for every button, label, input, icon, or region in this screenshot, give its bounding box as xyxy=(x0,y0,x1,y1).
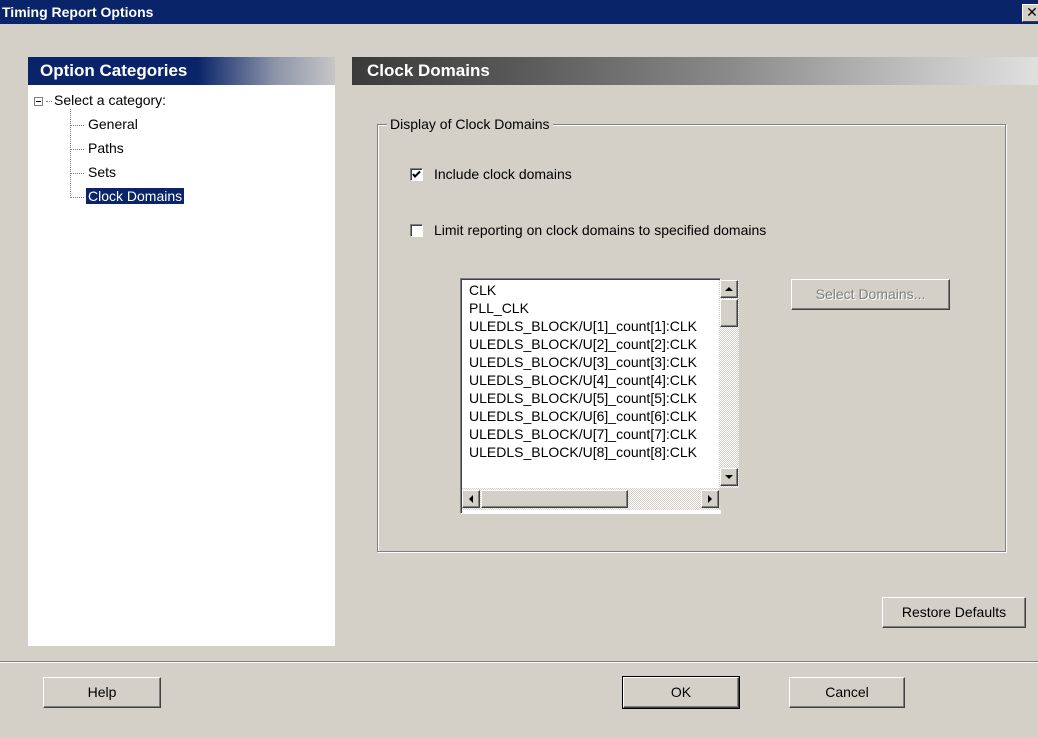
vertical-scrollbar[interactable] xyxy=(719,280,739,488)
include-clock-domains-label: Include clock domains xyxy=(434,166,572,182)
scroll-right-icon[interactable] xyxy=(701,490,719,508)
scroll-down-icon[interactable] xyxy=(720,468,738,486)
right-arrow-icon xyxy=(708,495,712,503)
tree-root-label: Select a category: xyxy=(54,92,167,108)
help-button[interactable]: Help xyxy=(43,677,161,708)
scroll-left-icon[interactable] xyxy=(462,490,480,508)
page-header: Clock Domains xyxy=(352,57,1038,85)
list-item[interactable]: ULEDLS_BLOCK/U[8]_count[8]:CLK xyxy=(469,443,719,461)
down-arrow-icon xyxy=(725,475,733,479)
tree-item-clock-domains[interactable]: Clock Domains xyxy=(70,186,185,206)
domains-listbox[interactable]: CLK PLL_CLK ULEDLS_BLOCK/U[1]_count[1]:C… xyxy=(460,278,721,514)
list-item[interactable]: ULEDLS_BLOCK/U[3]_count[3]:CLK xyxy=(469,353,719,371)
tree-root[interactable]: Select a category: xyxy=(34,91,166,109)
select-domains-button[interactable]: Select Domains... xyxy=(791,279,950,310)
collapse-icon[interactable] xyxy=(34,96,43,106)
list-item[interactable]: ULEDLS_BLOCK/U[1]_count[1]:CLK xyxy=(469,317,719,335)
limit-reporting-label: Limit reporting on clock domains to spec… xyxy=(434,222,767,238)
limit-reporting-row[interactable]: Limit reporting on clock domains to spec… xyxy=(410,220,766,240)
domains-list: CLK PLL_CLK ULEDLS_BLOCK/U[1]_count[1]:C… xyxy=(469,281,719,461)
tree-connector xyxy=(70,148,84,150)
list-item[interactable]: ULEDLS_BLOCK/U[7]_count[7]:CLK xyxy=(469,425,719,443)
vertical-scroll-thumb[interactable] xyxy=(720,299,738,327)
tree-item-label: Paths xyxy=(88,140,124,156)
window-title: Timing Report Options xyxy=(2,4,154,20)
title-bar: Timing Report Options ✕ xyxy=(0,0,1038,24)
horizontal-scrollbar[interactable] xyxy=(462,488,719,510)
scroll-up-icon[interactable] xyxy=(720,280,738,298)
list-item[interactable]: CLK xyxy=(469,281,719,299)
list-item[interactable]: ULEDLS_BLOCK/U[2]_count[2]:CLK xyxy=(469,335,719,353)
page-title: Clock Domains xyxy=(367,61,490,80)
tree-connector xyxy=(70,196,84,198)
list-item[interactable]: ULEDLS_BLOCK/U[6]_count[6]:CLK xyxy=(469,407,719,425)
tree-item-label: Clock Domains xyxy=(86,188,185,204)
include-clock-domains-row[interactable]: Include clock domains xyxy=(410,164,572,184)
list-item[interactable]: PLL_CLK xyxy=(469,299,719,317)
groupbox-label: Display of Clock Domains xyxy=(387,115,553,133)
ok-button[interactable]: OK xyxy=(622,676,740,709)
tree-item-general[interactable]: General xyxy=(70,114,140,134)
tree-item-label: General xyxy=(88,116,138,132)
tree-item-label: Sets xyxy=(88,164,117,180)
scroll-corner xyxy=(719,488,739,510)
check-icon xyxy=(412,170,421,178)
restore-defaults-button[interactable]: Restore Defaults xyxy=(882,597,1026,628)
cancel-button[interactable]: Cancel xyxy=(789,677,905,708)
left-arrow-icon xyxy=(469,495,473,503)
tree-item-paths[interactable]: Paths xyxy=(70,138,126,158)
list-item[interactable]: ULEDLS_BLOCK/U[4]_count[4]:CLK xyxy=(469,371,719,389)
footer-separator xyxy=(0,661,1038,663)
include-clock-domains-checkbox[interactable] xyxy=(410,167,423,181)
horizontal-scroll-thumb[interactable] xyxy=(481,490,628,508)
tree-item-sets[interactable]: Sets xyxy=(70,162,118,182)
option-categories-header: Option Categories xyxy=(28,57,335,85)
tree-connector xyxy=(46,100,52,102)
category-tree[interactable]: Select a category: General Paths Sets Cl… xyxy=(28,85,335,646)
tree-connector xyxy=(70,172,84,174)
list-item[interactable]: ULEDLS_BLOCK/U[5]_count[5]:CLK xyxy=(469,389,719,407)
option-categories-title: Option Categories xyxy=(40,61,188,80)
limit-reporting-checkbox[interactable] xyxy=(410,223,423,237)
close-icon[interactable]: ✕ xyxy=(1022,4,1038,22)
up-arrow-icon xyxy=(725,287,733,291)
tree-connector xyxy=(70,124,84,126)
